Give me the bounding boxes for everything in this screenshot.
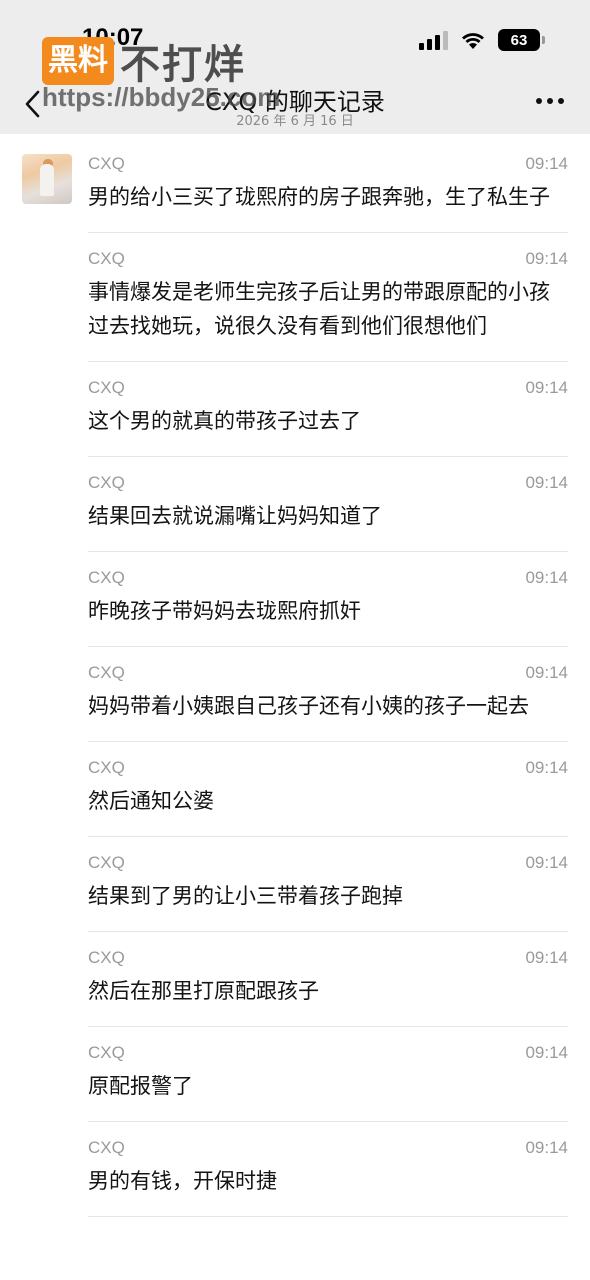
message-text: 妈妈带着小姨跟自己孩子还有小姨的孩子一起去 xyxy=(88,694,529,718)
message-text: 结果回去就说漏嘴让妈妈知道了 xyxy=(88,504,382,528)
message-text: 结果到了男的让小三带着孩子跑掉 xyxy=(88,884,403,908)
sender-name: CXQ xyxy=(88,378,125,397)
watermark-badge: 黑料 xyxy=(42,37,114,85)
message-time: 09:14 xyxy=(525,473,568,492)
list-item: CXQ 09:14 男的给小三买了珑熙府的房子跟奔驰，生了私生子 xyxy=(88,138,568,233)
list-item: CXQ 09:14 然后通知公婆 xyxy=(88,742,568,837)
message-time: 09:14 xyxy=(525,1043,568,1062)
list-item: CXQ 09:14 昨晚孩子带妈妈去珑熙府抓奸 xyxy=(88,552,568,647)
sender-name: CXQ xyxy=(88,154,125,173)
message-time: 09:14 xyxy=(525,758,568,777)
list-item: CXQ 09:14 男的有钱，开保时捷 xyxy=(88,1122,568,1217)
message-list: CXQ 09:14 男的给小三买了珑熙府的房子跟奔驰，生了私生子 CXQ 09:14… xyxy=(88,138,568,1217)
message-time: 09:14 xyxy=(525,1138,568,1157)
sender-name: CXQ xyxy=(88,853,125,872)
message-text: 昨晚孩子带妈妈去珑熙府抓奸 xyxy=(88,599,361,623)
sender-name: CXQ xyxy=(88,948,125,967)
message-time: 09:14 xyxy=(525,663,568,682)
sender-name: CXQ xyxy=(88,249,125,268)
message-text: 男的给小三买了珑熙府的房子跟奔驰，生了私生子 xyxy=(88,185,550,209)
dot-icon xyxy=(558,98,564,104)
message-time: 09:14 xyxy=(525,948,568,967)
sender-name: CXQ xyxy=(88,473,125,492)
message-text: 男的有钱，开保时捷 xyxy=(88,1169,277,1193)
cellular-signal-icon xyxy=(419,30,448,50)
sender-name: CXQ xyxy=(88,1138,125,1157)
list-item: CXQ 09:14 原配报警了 xyxy=(88,1027,568,1122)
message-time: 09:14 xyxy=(525,568,568,587)
message-time: 09:14 xyxy=(525,249,568,268)
watermark-url: https://bbdy25.com xyxy=(42,82,281,112)
sender-name: CXQ xyxy=(88,758,125,777)
dot-icon xyxy=(547,98,553,104)
sender-name: CXQ xyxy=(88,568,125,587)
message-text: 然后通知公婆 xyxy=(88,789,214,813)
more-options-button[interactable] xyxy=(536,98,564,104)
sender-name: CXQ xyxy=(88,1043,125,1062)
list-item: CXQ 09:14 妈妈带着小姨跟自己孩子还有小姨的孩子一起去 xyxy=(88,647,568,742)
battery-icon: 63 xyxy=(498,29,545,51)
status-icons: 63 xyxy=(419,28,545,52)
sender-name: CXQ xyxy=(88,663,125,682)
message-text: 原配报警了 xyxy=(88,1074,193,1098)
list-item: CXQ 09:14 事情爆发是老师生完孩子后让男的带跟原配的小孩过去找她玩，说很久… xyxy=(88,233,568,362)
list-item: CXQ 09:14 这个男的就真的带孩子过去了 xyxy=(88,362,568,457)
message-text: 事情爆发是老师生完孩子后让男的带跟原配的小孩过去找她玩，说很久没有看到他们很想他… xyxy=(88,280,550,338)
list-item: CXQ 09:14 结果到了男的让小三带着孩子跑掉 xyxy=(88,837,568,932)
message-time: 09:14 xyxy=(525,378,568,397)
avatar[interactable] xyxy=(22,154,72,204)
wifi-icon xyxy=(462,33,484,49)
list-item: CXQ 09:14 结果回去就说漏嘴让妈妈知道了 xyxy=(88,457,568,552)
message-text: 然后在那里打原配跟孩子 xyxy=(88,979,319,1003)
message-time: 09:14 xyxy=(525,154,568,173)
message-text: 这个男的就真的带孩子过去了 xyxy=(88,409,361,433)
dot-icon xyxy=(536,98,542,104)
list-item: CXQ 09:14 然后在那里打原配跟孩子 xyxy=(88,932,568,1027)
message-time: 09:14 xyxy=(525,853,568,872)
nav-header: 10:07 63 黑料 不打烊 CXQ 的聊天记录 2026 年 6 月 16 … xyxy=(0,0,590,134)
